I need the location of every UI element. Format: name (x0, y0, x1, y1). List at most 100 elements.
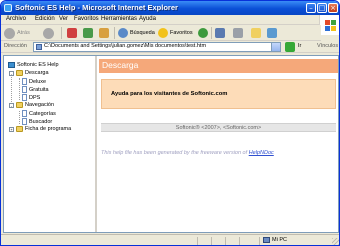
minimize-button[interactable]: – (306, 3, 316, 13)
print-button[interactable] (233, 27, 243, 39)
generated-text: This help file has been generated by the… (101, 150, 249, 156)
address-bar: Dirección C:\Documents and Settings\juli… (1, 41, 339, 53)
page-icon (22, 94, 27, 101)
toc-root[interactable]: Softonic ES Help (8, 62, 59, 68)
toolbar-separator (61, 27, 62, 39)
toc-item-dps[interactable]: DPS (22, 94, 40, 101)
page-icon (22, 78, 27, 85)
copyright-bar: Softonic® <2007>, <Softonic.com> (101, 123, 336, 132)
back-label: Atrás (17, 30, 30, 36)
edit-icon (251, 28, 261, 38)
discuss-button[interactable] (267, 27, 277, 39)
toc-label: Buscador (29, 118, 53, 125)
search-button[interactable]: Búsqueda (118, 27, 155, 39)
go-arrow-icon[interactable] (285, 42, 295, 52)
toc-item-deluxe[interactable]: Deluxe (22, 78, 46, 85)
book-icon (8, 62, 15, 68)
collapse-icon[interactable]: - (9, 70, 14, 76)
document-pane: Descarga Ayuda para los visitantes de So… (99, 56, 338, 232)
intro-text: Ayuda para los visitantes de Softonic.co… (111, 91, 228, 97)
history-button[interactable] (198, 27, 208, 39)
toc-label: Navegación (25, 102, 55, 108)
menu-edicion[interactable]: Edición (35, 16, 55, 22)
page-icon (22, 86, 27, 93)
toc-label: Gratuita (29, 86, 49, 93)
zone-label: Mi PC (272, 237, 287, 243)
star-icon (158, 28, 168, 38)
search-label: Búsqueda (130, 30, 155, 36)
browser-content: Softonic ES Help - Descarga Deluxe Gratu… (3, 55, 339, 233)
folder-open-icon (16, 70, 23, 76)
links-label[interactable]: Vínculos (317, 43, 338, 49)
toc-root-label: Softonic ES Help (17, 62, 59, 68)
address-url: C:\Documents and Settings\julian.gomez\M… (44, 43, 207, 49)
discuss-icon (267, 28, 277, 38)
toc-pane: Softonic ES Help - Descarga Deluxe Gratu… (4, 56, 97, 232)
search-icon (118, 28, 128, 38)
window-title: Softonic ES Help - Microsoft Internet Ex… (15, 3, 178, 12)
stop-button[interactable] (67, 27, 77, 39)
menu-ayuda[interactable]: Ayuda (139, 16, 156, 22)
page-icon (22, 118, 27, 125)
menu-favoritos[interactable]: Favoritos (74, 16, 99, 22)
home-button[interactable] (99, 27, 109, 39)
copyright-text: Softonic® <2007>, <Softonic.com> (175, 125, 262, 131)
computer-icon (263, 237, 270, 243)
mail-icon (215, 28, 225, 38)
expand-icon[interactable]: + (9, 126, 14, 132)
toolbar-separator (211, 27, 212, 39)
forward-arrow-icon (43, 27, 54, 39)
toc-item-descarga[interactable]: - Descarga (9, 70, 49, 76)
address-dropdown-icon[interactable] (271, 43, 280, 51)
menu-herramientas[interactable]: Herramientas (101, 16, 137, 22)
page-icon (36, 44, 42, 50)
folder-icon (16, 126, 23, 132)
edit-button[interactable] (251, 27, 261, 39)
print-icon (233, 28, 243, 38)
back-arrow-icon (4, 27, 15, 39)
menu-ver[interactable]: Ver (59, 16, 68, 22)
page-icon (22, 110, 27, 117)
stop-icon (67, 28, 77, 38)
close-button[interactable]: × (328, 3, 338, 13)
toc-item-categorias[interactable]: Categorías (22, 110, 56, 117)
refresh-button[interactable] (83, 27, 93, 39)
forward-button[interactable] (43, 27, 54, 39)
favorites-label: Favoritos (170, 30, 193, 36)
menu-bar: Archivo Edición Ver Favoritos Herramient… (1, 15, 339, 25)
toolbar-separator (114, 27, 115, 39)
title-bar[interactable]: Softonic ES Help - Microsoft Internet Ex… (1, 1, 339, 15)
helpndoc-link[interactable]: HelpNDoc (249, 150, 274, 156)
toc-label: Descarga (25, 70, 49, 76)
topic-title: Descarga (102, 60, 139, 70)
favorites-button[interactable]: Favoritos (158, 27, 193, 39)
refresh-icon (83, 28, 93, 38)
toc-label: Categorías (29, 110, 56, 117)
menu-archivo[interactable]: Archivo (6, 16, 26, 22)
go-button[interactable]: Ir (298, 43, 301, 49)
toc-item-gratuita[interactable]: Gratuita (22, 86, 49, 93)
maximize-button[interactable]: □ (317, 3, 327, 13)
toc-item-ficha[interactable]: + Ficha de programa (9, 126, 71, 132)
back-button[interactable]: Atrás (4, 27, 30, 39)
home-icon (99, 28, 109, 38)
toc-item-buscador[interactable]: Buscador (22, 118, 52, 125)
toc-label: Deluxe (29, 78, 47, 85)
ie-logo-icon (4, 4, 12, 12)
topic-header: Descarga (99, 59, 338, 73)
security-zone: Mi PC (263, 237, 287, 243)
toc-item-navegacion[interactable]: - Navegación (9, 102, 54, 108)
collapse-icon[interactable]: - (9, 102, 14, 108)
toc-label: Ficha de programa (25, 126, 72, 132)
history-icon (198, 28, 208, 38)
generated-note: This help file has been generated by the… (101, 150, 274, 156)
intro-box: Ayuda para los visitantes de Softonic.co… (101, 79, 336, 109)
toc-label: DPS (29, 94, 41, 101)
address-label: Dirección (4, 43, 27, 49)
address-input[interactable]: C:\Documents and Settings\julian.gomez\M… (33, 42, 281, 52)
mail-button[interactable] (215, 27, 225, 39)
toolbar: Atrás Búsqueda Favoritos (1, 25, 321, 41)
folder-open-icon (16, 102, 23, 108)
browser-window: Softonic ES Help - Microsoft Internet Ex… (0, 0, 340, 246)
resize-grip[interactable] (332, 238, 339, 245)
